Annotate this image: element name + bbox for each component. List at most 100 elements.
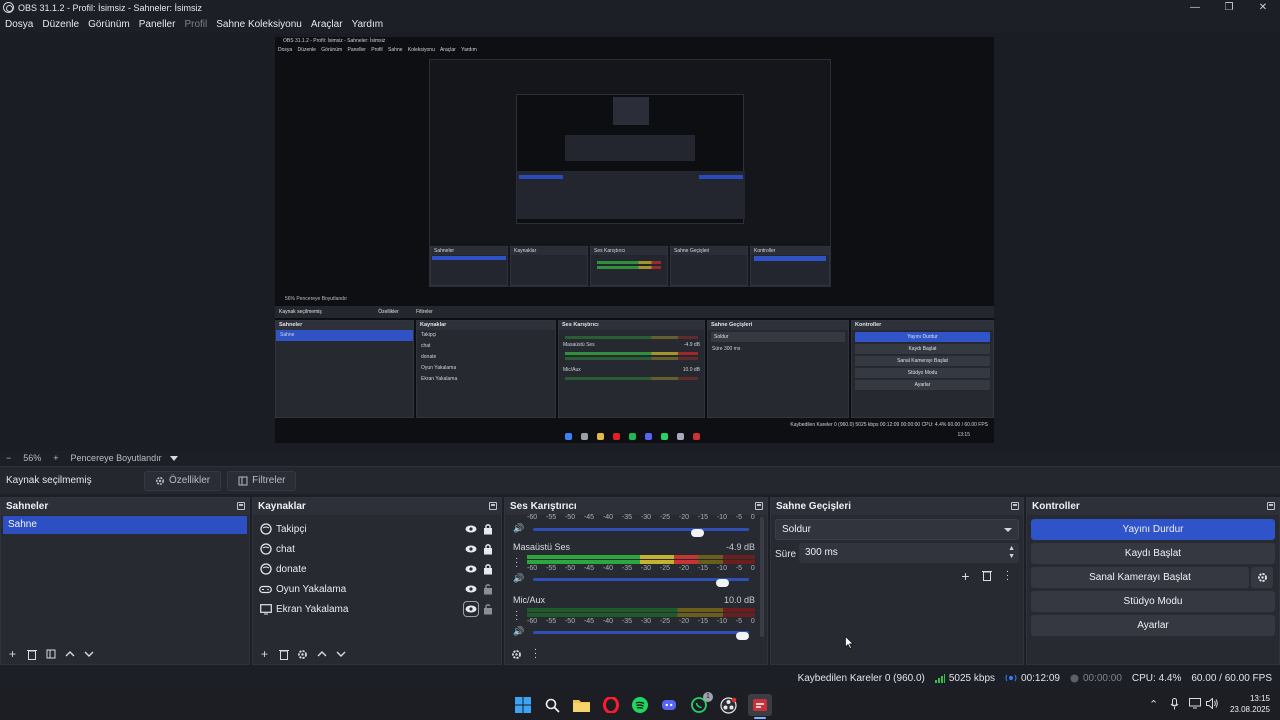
- obs-taskbar-icon[interactable]: [719, 696, 737, 714]
- undock-icon[interactable]: [1011, 502, 1019, 510]
- restore-button[interactable]: ❐: [1212, 0, 1246, 15]
- source-item-game-capture[interactable]: Oyun Yakalama: [253, 579, 501, 599]
- zoom-bar: − 56% + Pencereye Boyutlandır: [0, 451, 1280, 465]
- speaker-icon[interactable]: 🔊: [513, 573, 524, 584]
- start-recording-button[interactable]: Kaydı Başlat: [1031, 543, 1275, 564]
- remove-source-icon[interactable]: [276, 647, 291, 662]
- unlock-icon[interactable]: [483, 603, 493, 615]
- add-source-icon[interactable]: +: [257, 647, 272, 662]
- speaker-icon[interactable]: 🔊: [513, 626, 524, 637]
- record-timer: 00:00:00: [1070, 673, 1122, 684]
- filter-icon: [238, 476, 248, 485]
- move-down-icon[interactable]: [333, 647, 348, 662]
- transition-select[interactable]: Soldur: [775, 519, 1019, 540]
- windows-start-icon[interactable]: [514, 696, 532, 714]
- unlock-icon[interactable]: [483, 583, 493, 595]
- mixer-track-desktop: Masaüstü Ses -4.9 dB · · · -60 -55 -50 -45 -40…: [511, 542, 755, 588]
- active-app-icon[interactable]: [748, 694, 772, 716]
- track-menu-icon[interactable]: · · ·: [515, 554, 519, 572]
- source-item-chat[interactable]: chat: [253, 539, 501, 559]
- source-properties-gear-icon[interactable]: [295, 647, 310, 662]
- eye-icon[interactable]: [465, 543, 477, 555]
- move-up-icon[interactable]: [314, 647, 329, 662]
- move-up-icon[interactable]: [62, 647, 77, 662]
- zoom-out-button[interactable]: −: [6, 453, 11, 463]
- eye-icon[interactable]: [465, 563, 477, 575]
- volume-knob[interactable]: [715, 579, 729, 587]
- track-menu-icon[interactable]: · · ·: [515, 607, 519, 625]
- nested-status-bar: Kaybedilen Kareler 0 (960.0) 5025 kbps 0…: [790, 422, 988, 428]
- whatsapp-icon[interactable]: 1: [690, 692, 713, 714]
- stop-streaming-button[interactable]: Yayını Durdur: [1031, 519, 1275, 540]
- undock-icon[interactable]: [489, 502, 497, 510]
- zoom-in-button[interactable]: +: [53, 453, 58, 463]
- menu-view[interactable]: Görünüm: [88, 19, 130, 30]
- duration-stepper-icon[interactable]: ▲ ▼: [1008, 545, 1015, 561]
- eye-icon[interactable]: [465, 523, 477, 535]
- add-scene-icon[interactable]: +: [5, 647, 20, 662]
- eye-icon[interactable]: [463, 601, 479, 617]
- volume-slider[interactable]: [533, 578, 749, 587]
- lock-icon[interactable]: [483, 563, 493, 575]
- undock-icon[interactable]: [755, 502, 763, 510]
- volume-knob[interactable]: [691, 529, 705, 537]
- source-label: Ekran Yakalama: [276, 603, 349, 615]
- volume-knob[interactable]: [736, 632, 749, 640]
- source-item-display-capture[interactable]: Ekran Yakalama: [253, 599, 501, 619]
- sources-toolbar: +: [253, 644, 501, 664]
- file-explorer-icon[interactable]: [572, 696, 590, 714]
- remove-scene-icon[interactable]: [24, 647, 39, 662]
- menu-docks[interactable]: Paneller: [139, 19, 176, 30]
- mixer-menu-icon[interactable]: · · ·: [528, 645, 543, 663]
- spotify-icon[interactable]: [631, 696, 649, 714]
- mixer-track: -60 -55 -50 -45 -40 -35 -30 -25 -20 -15 -10 -5 0 🔊: [511, 514, 755, 537]
- microphone-icon[interactable]: [1170, 698, 1179, 713]
- opera-icon[interactable]: [602, 696, 620, 714]
- advanced-audio-icon[interactable]: [509, 647, 524, 662]
- menu-edit[interactable]: Düzenle: [42, 19, 79, 30]
- discord-icon[interactable]: [660, 696, 678, 714]
- scene-item[interactable]: Sahne: [3, 516, 247, 534]
- source-item-donate[interactable]: donate: [253, 559, 501, 579]
- duration-input[interactable]: 300 ms ▲ ▼: [799, 543, 1019, 563]
- lock-icon[interactable]: [483, 543, 493, 555]
- volume-slider[interactable]: [533, 631, 749, 640]
- add-transition-icon[interactable]: +: [958, 568, 973, 584]
- menu-file[interactable]: Dosya: [5, 19, 33, 30]
- properties-button[interactable]: Özellikler: [144, 470, 222, 491]
- start-virtual-camera-button[interactable]: Sanal Kamerayı Başlat: [1031, 567, 1249, 588]
- speaker-icon[interactable]: 🔊: [513, 523, 524, 534]
- lock-icon[interactable]: [483, 523, 493, 535]
- eye-icon[interactable]: [465, 583, 477, 595]
- tray-chevron-up-icon[interactable]: ⌃: [1149, 698, 1158, 711]
- remove-transition-icon[interactable]: [979, 568, 994, 583]
- fit-to-window-button[interactable]: Pencereye Boyutlandır: [71, 453, 162, 463]
- scene-filters-icon[interactable]: [43, 647, 58, 662]
- transition-menu-icon[interactable]: · · ·: [1000, 566, 1015, 584]
- settings-button[interactable]: Ayarlar: [1031, 615, 1275, 636]
- cpu-usage: CPU: 4.4%: [1131, 672, 1182, 684]
- volume-icon[interactable]: [1206, 697, 1219, 712]
- preview-area[interactable]: OBS 31.1.2 - Profil: İsimsiz - Sahneler:…: [0, 33, 1280, 451]
- menu-scene-collection[interactable]: Sahne Koleksiyonu: [216, 19, 302, 30]
- menu-profile[interactable]: Profil: [184, 19, 207, 30]
- taskbar-clock[interactable]: 13:15 23.08.2025: [1230, 693, 1270, 715]
- move-down-icon[interactable]: [81, 647, 96, 662]
- zoom-dropdown-icon[interactable]: [169, 455, 178, 461]
- display-icon[interactable]: [1189, 698, 1201, 712]
- minimize-button[interactable]: —: [1178, 0, 1212, 15]
- virtual-camera-settings-button[interactable]: [1251, 567, 1273, 588]
- mixer-scrollbar[interactable]: [760, 517, 764, 637]
- menu-tools[interactable]: Araçlar: [311, 19, 343, 30]
- browser-source-icon: [259, 543, 272, 556]
- source-item-takipci[interactable]: Takipçi: [253, 519, 501, 539]
- volume-slider[interactable]: [533, 528, 749, 537]
- preview-canvas[interactable]: OBS 31.1.2 - Profil: İsimsiz - Sahneler:…: [275, 37, 994, 443]
- undock-icon[interactable]: [1267, 502, 1275, 510]
- close-button[interactable]: ✕: [1246, 0, 1280, 15]
- studio-mode-button[interactable]: Stüdyo Modu: [1031, 591, 1275, 612]
- search-icon[interactable]: [543, 696, 561, 714]
- menu-help[interactable]: Yardım: [352, 19, 384, 30]
- undock-icon[interactable]: [237, 502, 245, 510]
- filters-button[interactable]: Filtreler: [227, 470, 297, 491]
